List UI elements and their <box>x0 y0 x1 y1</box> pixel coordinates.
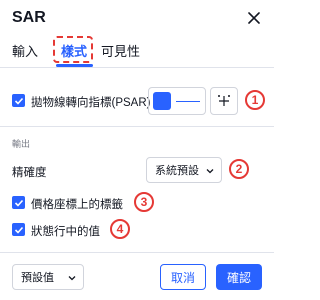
psar-label: 拋物線轉向指標(PSAR) <box>31 97 151 109</box>
output-section-title: 輸出 <box>12 139 31 149</box>
section-divider-1 <box>0 126 274 127</box>
precision-label: 精確度 <box>12 167 47 179</box>
tab-inputs[interactable]: 輸入 <box>12 41 38 60</box>
footer-divider <box>0 252 274 253</box>
tab-visibility[interactable]: 可見性 <box>101 41 140 60</box>
tabs-divider <box>0 67 274 68</box>
dialog-title: SAR <box>12 9 46 26</box>
defaults-label: 預設值 <box>21 272 54 284</box>
close-icon[interactable] <box>244 8 264 28</box>
status-line-values-checkbox[interactable] <box>12 223 25 236</box>
cancel-button[interactable]: 取消 <box>160 264 206 290</box>
defaults-dropdown[interactable]: 預設值 <box>12 264 84 290</box>
annotation-badge-4: 4 <box>110 219 130 239</box>
plus-dots-icon <box>218 95 230 106</box>
checkmark-icon <box>14 226 23 234</box>
chevron-down-icon <box>206 169 214 174</box>
psar-checkbox[interactable] <box>12 94 25 107</box>
annotation-badge-3: 3 <box>134 192 154 212</box>
precision-value: 系統預設 <box>155 165 199 177</box>
ok-button[interactable]: 確認 <box>216 264 262 290</box>
chevron-down-icon <box>68 276 76 281</box>
plot-style-button[interactable] <box>210 87 238 115</box>
annotation-badge-1: 1 <box>245 90 265 110</box>
annotation-badge-2: 2 <box>229 159 249 179</box>
precision-select[interactable]: 系統預設 <box>146 157 222 183</box>
checkmark-icon <box>14 97 23 105</box>
color-swatch <box>153 92 171 110</box>
status-line-values-label: 狀態行中的值 <box>31 226 100 238</box>
psar-color-picker[interactable] <box>148 87 206 115</box>
annotation-box-style-tab <box>53 36 93 63</box>
price-scale-labels-checkbox[interactable] <box>12 196 25 209</box>
price-scale-labels-label: 價格座標上的標籤 <box>31 199 123 211</box>
checkmark-icon <box>14 199 23 207</box>
line-style-preview <box>176 101 200 102</box>
